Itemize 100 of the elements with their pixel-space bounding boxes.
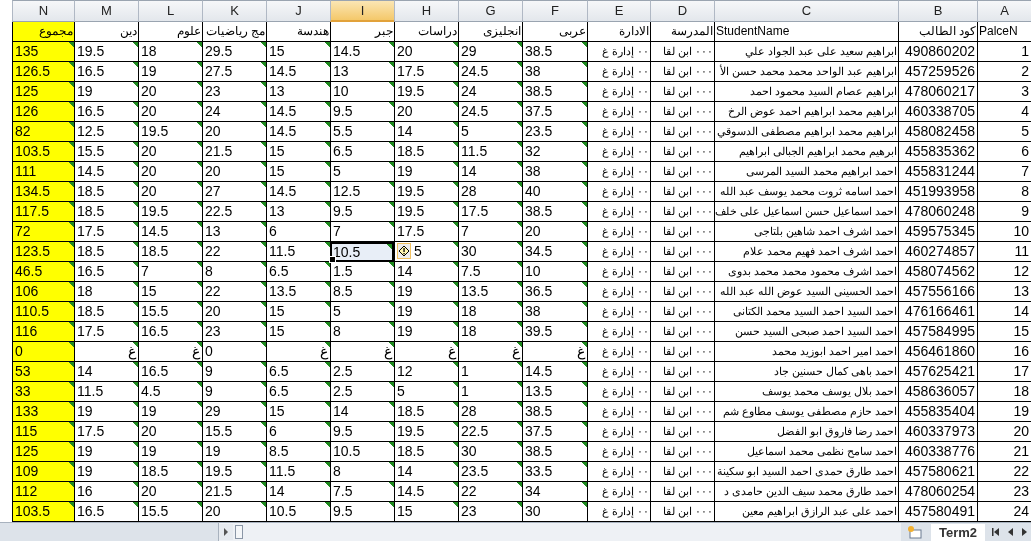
table-cell: ٠٠٠ ابن لقا: [650, 162, 714, 182]
table-cell: 40: [522, 182, 587, 202]
column-header[interactable]: A: [977, 0, 1031, 22]
column-header[interactable]: I: [330, 0, 394, 22]
sheet-tab[interactable]: Term2: [930, 523, 985, 541]
table-cell: 14.5: [394, 482, 458, 502]
table-cell: 23.5: [458, 462, 522, 482]
previous-sheet-icon[interactable]: [1007, 527, 1015, 537]
column-header[interactable]: J: [266, 0, 330, 22]
table-cell: 11.5: [266, 462, 330, 482]
table-cell: 13: [977, 282, 1031, 302]
table-cell: 9.5: [330, 502, 394, 522]
right-arrow-icon: [223, 528, 229, 536]
table-cell: 9: [977, 202, 1031, 222]
table-cell: 12: [394, 362, 458, 382]
table-cell: 126.5: [12, 62, 74, 82]
table-cell: 8.5: [266, 442, 330, 462]
table-cell: 6.5: [266, 262, 330, 282]
column-header[interactable]: M: [74, 0, 138, 22]
table-cell: 135: [12, 42, 74, 62]
table-cell: 459575345: [898, 222, 977, 242]
table-cell: 20: [138, 142, 202, 162]
table-cell: ٠٠٠ ابن لقا: [650, 442, 714, 462]
first-sheet-icon[interactable]: [991, 527, 1001, 537]
table-cell: 23: [202, 82, 266, 102]
table-cell: 38.5: [522, 402, 587, 422]
table-cell: ٠٠ إدارة غ: [587, 262, 650, 282]
table-cell: 9: [202, 362, 266, 382]
column-header[interactable]: C: [714, 0, 898, 22]
table-cell: 14: [394, 122, 458, 142]
table-cell: غ: [458, 342, 522, 362]
table-cell: 13.5: [266, 282, 330, 302]
column-header[interactable]: F: [522, 0, 587, 22]
table-cell: 115: [12, 422, 74, 442]
table-cell: 8: [330, 322, 394, 342]
table-cell: 19: [74, 82, 138, 102]
table-cell: ٠٠ إدارة غ: [587, 102, 650, 122]
column-header[interactable]: D: [650, 0, 714, 22]
table-cell: 24: [458, 82, 522, 102]
scrollbar-thumb[interactable]: [235, 525, 243, 539]
table-cell: 22: [202, 282, 266, 302]
table-cell: 20: [138, 102, 202, 122]
table-cell: ٠٠ إدارة غ: [587, 142, 650, 162]
column-title: انجليزى: [458, 22, 522, 42]
column-title: هندسة: [266, 22, 330, 42]
table-cell: 19: [138, 62, 202, 82]
next-sheet-icon[interactable]: [1021, 527, 1027, 537]
column-header[interactable]: B: [898, 0, 977, 22]
table-cell: غ: [330, 342, 394, 362]
table-cell: 17.5: [74, 222, 138, 242]
table-cell: 4: [977, 102, 1031, 122]
column-header[interactable]: L: [138, 0, 202, 22]
column-header[interactable]: K: [202, 0, 266, 22]
table-cell: 38: [522, 162, 587, 182]
scroll-right-button[interactable]: [219, 524, 233, 540]
warning-button[interactable]: [397, 243, 411, 259]
table-cell: ٠٠٠ ابن لقا: [650, 122, 714, 142]
table-cell: 14: [977, 302, 1031, 322]
table-cell: احمد باهى كمال حسنين جاد: [714, 362, 898, 382]
table-cell: ٠٠٠ ابن لقا: [650, 482, 714, 502]
table-cell: 18: [458, 302, 522, 322]
column-header[interactable]: H: [394, 0, 458, 22]
table-cell: 103.5: [12, 142, 74, 162]
table-cell: 20: [394, 42, 458, 62]
table-cell: 18.5: [74, 182, 138, 202]
table-cell: 5: [977, 122, 1031, 142]
column-title: الادارة: [587, 22, 650, 42]
table-cell: 19.5: [138, 202, 202, 222]
table-cell: 37.5: [522, 102, 587, 122]
table-cell: 34: [522, 482, 587, 502]
column-header[interactable]: E: [587, 0, 650, 22]
table-cell: احمد اشرف محمود محمد محمد بدوى: [714, 262, 898, 282]
table-cell: 12.5: [74, 122, 138, 142]
horizontal-scrollbar[interactable]: [219, 523, 901, 541]
table-cell: 20: [138, 162, 202, 182]
table-cell: 7: [977, 162, 1031, 182]
column-header[interactable]: N: [12, 0, 74, 22]
table-cell: 17: [977, 362, 1031, 382]
column-header[interactable]: G: [458, 0, 522, 22]
table-cell: 116: [12, 322, 74, 342]
table-cell: 29: [202, 402, 266, 422]
table-cell: 4.5: [138, 382, 202, 402]
table-cell: 23: [202, 322, 266, 342]
table-cell: ٠٠ إدارة غ: [587, 402, 650, 422]
table-cell: ابراهيم عبد الواحد محمد محمد حسن الأ: [714, 62, 898, 82]
table-cell: ٠٠ إدارة غ: [587, 302, 650, 322]
table-cell: 19: [202, 442, 266, 462]
table-cell: 19: [138, 442, 202, 462]
table-cell: 20: [138, 422, 202, 442]
table-cell: 20: [138, 82, 202, 102]
table-cell: احمد سامح نظمى محمد اسماعيل: [714, 442, 898, 462]
table-cell: 15.5: [202, 422, 266, 442]
table-cell: 21.5: [202, 142, 266, 162]
table-cell: 457556166: [898, 282, 977, 302]
table-cell: 126: [12, 102, 74, 122]
table-cell: ٠٠٠ ابن لقا: [650, 142, 714, 162]
table-cell: 14.5: [330, 42, 394, 62]
table-cell: 19.5: [394, 82, 458, 102]
column-title: مج رياضيات: [202, 22, 266, 42]
table-cell: 30: [522, 502, 587, 522]
